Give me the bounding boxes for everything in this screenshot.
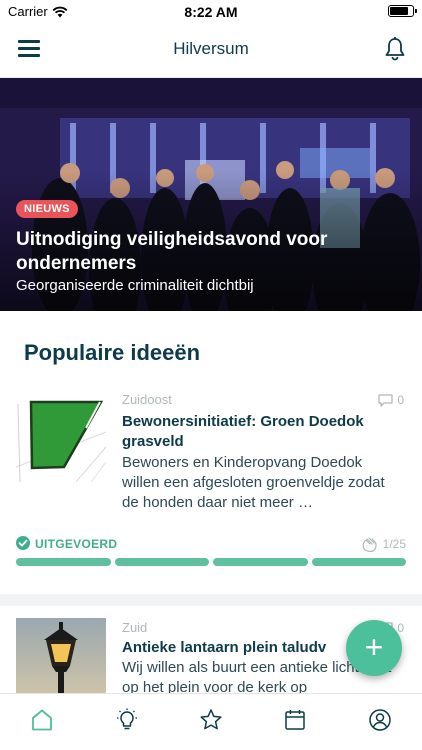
status-badge: UITGEVOERD [35, 537, 118, 551]
vote-progress-bar [16, 558, 406, 566]
map-thumbnail-image [16, 392, 106, 482]
comment-count-label: 0 [397, 621, 404, 635]
lantern-photo [16, 618, 106, 693]
progress-segment [16, 558, 111, 566]
comment-count-label: 0 [397, 393, 404, 407]
section-title: Populaire ideeën [24, 340, 201, 365]
bell-icon[interactable] [382, 36, 408, 62]
progress-segment [311, 558, 406, 566]
status-bar: Carrier 8:22 AM [0, 0, 422, 22]
tab-favorites[interactable] [169, 694, 253, 750]
profile-icon [369, 709, 391, 731]
section-divider [0, 594, 422, 606]
star-icon [200, 709, 222, 730]
calendar-icon [285, 710, 306, 730]
idea-thumbnail [16, 392, 106, 482]
news-hero-card[interactable]: NIEUWS Uitnodiging veiligheidsavond voor… [0, 78, 422, 311]
idea-description: Bewoners en Kinderopvang Doedok willen e… [122, 454, 385, 511]
vote-count: 1/25 [361, 536, 406, 552]
idea-title: Bewonersinitiatief: Groen Doedok grasvel… [122, 413, 364, 450]
idea-thumbnail [16, 618, 106, 693]
vote-count-label: 1/25 [382, 537, 406, 551]
nav-bar: Hilversum [0, 22, 422, 78]
idea-district: Zuid [122, 620, 148, 635]
tab-calendar[interactable] [253, 694, 337, 750]
clock: 8:22 AM [184, 4, 238, 20]
add-idea-button[interactable]: + [346, 620, 402, 676]
news-headline: Uitnodiging veiligheidsavond voor ondern… [16, 229, 328, 274]
clapping-hands-icon [362, 537, 377, 552]
idea-district: Zuidoost [122, 392, 172, 407]
check-circle-icon [16, 536, 30, 550]
comment-icon [378, 393, 393, 407]
comment-count: 0 [378, 393, 404, 407]
tab-home[interactable] [0, 694, 84, 750]
news-subline: Georganiseerde criminaliteit dichtbij [16, 277, 254, 294]
news-badge: NIEUWS [16, 200, 78, 218]
tab-profile[interactable] [338, 694, 422, 750]
home-icon [32, 709, 53, 731]
ideas-lightbulb-icon [116, 708, 137, 730]
battery-icon [388, 5, 417, 17]
idea-status-row: UITGEVOERD 1/25 [16, 536, 406, 552]
progress-segment [213, 558, 308, 566]
page-title: Hilversum [173, 39, 249, 58]
tab-ideas[interactable] [84, 694, 168, 750]
tab-bar [0, 693, 422, 750]
progress-segment [114, 558, 209, 566]
